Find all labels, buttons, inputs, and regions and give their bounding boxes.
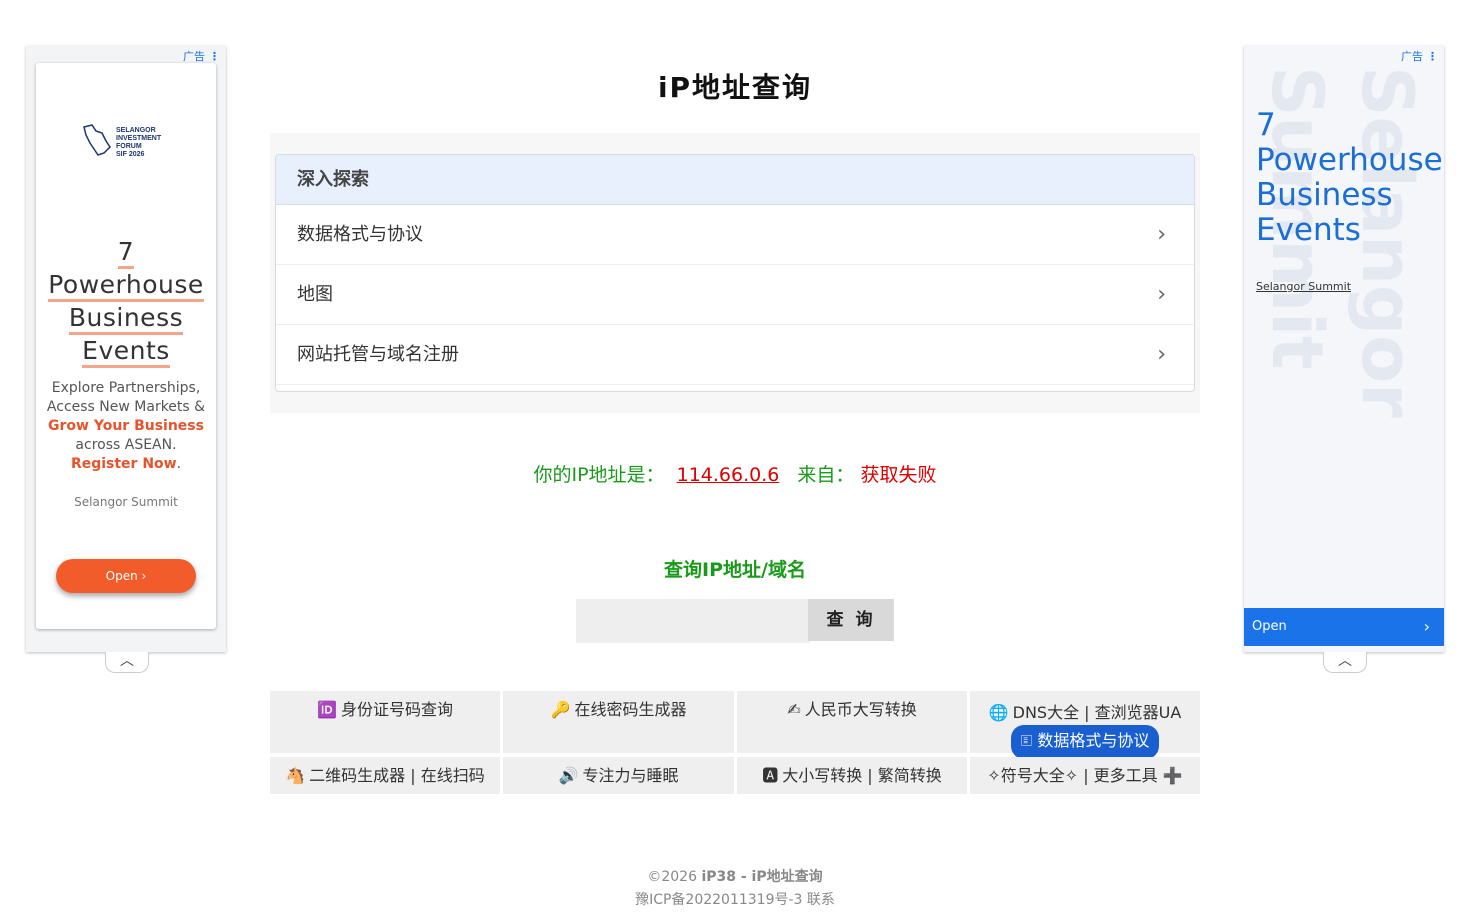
collapse-ad-button[interactable]: ︿ — [105, 652, 149, 673]
query-button[interactable]: 查 询 — [808, 599, 894, 641]
explore-panel: 深入探索 数据格式与协议 › 地图 › 网站托管与域名注册 › — [275, 154, 1195, 392]
key-icon: 🔑 — [550, 700, 571, 719]
ip-location: 获取失败 — [860, 464, 937, 486]
chevron-right-icon: › — [1157, 282, 1166, 307]
letter-a-icon: 🅰 — [762, 766, 779, 785]
ad-open-button[interactable]: Open › — [1244, 608, 1444, 646]
tool-case-convert[interactable]: 🅰 大小写转换 | 繁简转换 — [737, 757, 967, 794]
ad-headline[interactable]: 7 Powerhouse Business Events — [36, 235, 216, 368]
tool-qrcode[interactable]: 🐴 二维码生成器 | 在线扫码 — [270, 757, 500, 794]
tool-dns[interactable]: 🌐 DNS大全 | 查浏览器UA 🗉 数据格式与协议 — [970, 691, 1200, 759]
globe-icon: 🌐 — [988, 703, 1009, 722]
ad-brand[interactable]: Selangor Summit — [36, 495, 216, 509]
ip-prefix: 你的IP地址是： — [533, 464, 665, 486]
writing-hand-icon: ✍ — [787, 700, 801, 719]
horse-icon: 🐴 — [285, 766, 306, 785]
selangor-forum-logo: SELANGOR INVESTMENT FORUM SIF 2026 — [82, 123, 172, 159]
speaker-icon: 🔊 — [558, 766, 579, 785]
ad-menu-icon[interactable]: ⋮ — [209, 50, 220, 63]
collapse-ad-button[interactable]: ︿ — [1323, 652, 1367, 673]
footer-site-link[interactable]: iP38 - iP地址查询 — [701, 869, 822, 885]
explore-panel-container: 深入探索 数据格式与协议 › 地图 › 网站托管与域名注册 › — [270, 133, 1200, 413]
ad-label[interactable]: 广告 ⋮ — [1401, 48, 1438, 64]
tool-password-generator[interactable]: 🔑 在线密码生成器 — [503, 691, 734, 753]
panel-item-map[interactable]: 地图 › — [276, 265, 1194, 325]
panel-item-hosting[interactable]: 网站托管与域名注册 › — [276, 325, 1194, 385]
tool-focus-sleep[interactable]: 🔊 专注力与睡眠 — [503, 757, 734, 794]
chevron-right-icon: › — [1157, 222, 1166, 247]
panel-heading: 深入探索 — [276, 155, 1194, 205]
icp-link[interactable]: 豫ICP备2022011319号-3 — [635, 892, 802, 908]
footer-copyright: ©2026 iP38 - iP地址查询 — [647, 869, 823, 885]
ip-address-link[interactable]: 114.66.0.6 — [677, 464, 780, 486]
footer-icp: 豫ICP备2022011319号-3 联系 — [0, 889, 1470, 909]
panel-item-label: 网站托管与域名注册 — [297, 344, 459, 365]
selangor-map-icon — [83, 124, 111, 156]
ad-card[interactable]: SELANGOR INVESTMENT FORUM SIF 2026 7 Pow… — [36, 63, 216, 629]
contact-link[interactable]: 联系 — [807, 892, 835, 908]
open-label: Open — [1252, 619, 1287, 634]
query-title: 查询IP地址/域名 — [664, 559, 806, 581]
id-icon: 🆔 — [317, 700, 337, 719]
ip-from-label: 来自： — [797, 464, 855, 486]
tool-id-lookup[interactable]: 🆔 身份证号码查询 — [270, 691, 500, 753]
chevron-right-icon: › — [1423, 617, 1430, 636]
panel-item-label: 数据格式与协议 — [297, 224, 423, 245]
ad-menu-icon[interactable]: ⋮ — [1427, 50, 1438, 63]
data-format-pill[interactable]: 🗉 数据格式与协议 — [1010, 725, 1160, 759]
tool-rmb-uppercase[interactable]: ✍ 人民币大写转换 — [737, 691, 967, 753]
query-input[interactable] — [576, 599, 810, 643]
panel-item-label: 地图 — [297, 284, 333, 305]
ad-label[interactable]: 广告 ⋮ — [183, 48, 220, 64]
ad-brand[interactable]: Selangor Summit — [1256, 280, 1351, 293]
panel-item-data-format[interactable]: 数据格式与协议 › — [276, 205, 1194, 265]
ad-headline[interactable]: 7 Powerhouse Business Events — [1256, 108, 1444, 248]
page-title: iP地址查询 — [657, 71, 813, 104]
tool-symbols[interactable]: ✧符号大全✧ | 更多工具 ➕ — [970, 757, 1200, 794]
logo-text: SELANGOR INVESTMENT FORUM SIF 2026 — [116, 127, 162, 158]
ip-info: 你的IP地址是： 114.66.0.6 来自： 获取失败 — [0, 460, 1470, 487]
chevron-right-icon: › — [1157, 342, 1166, 367]
